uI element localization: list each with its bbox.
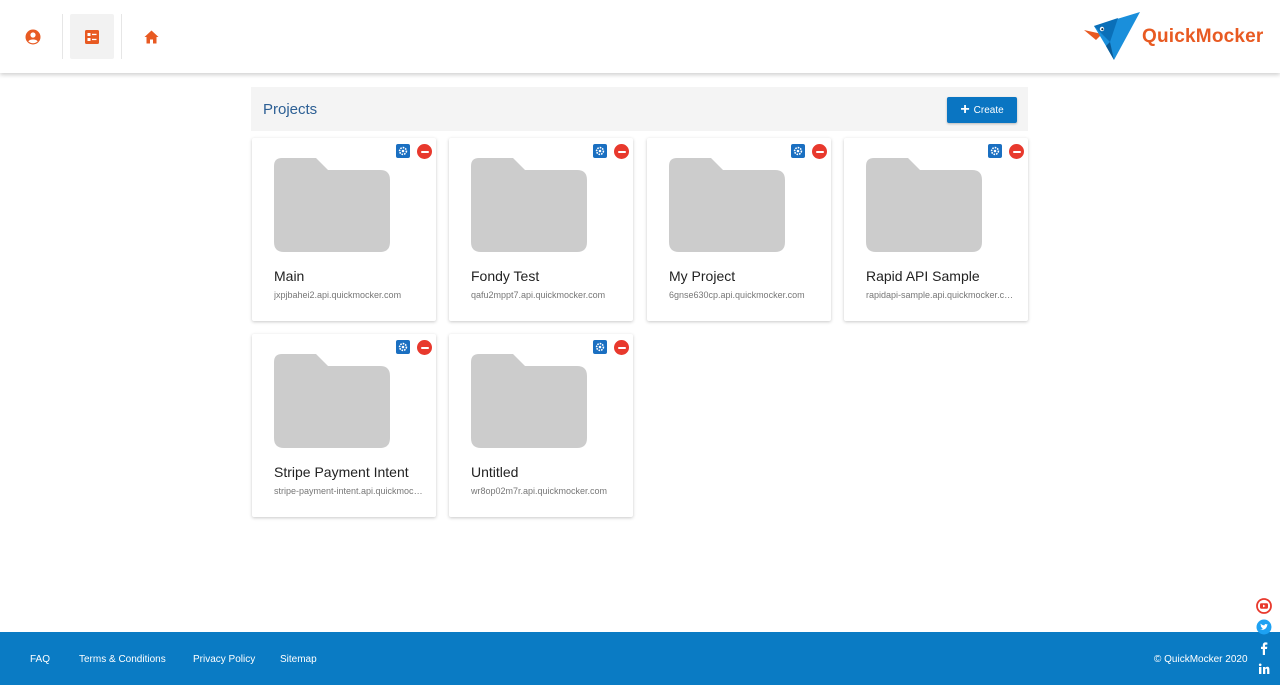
project-url: wr8op02m7r.api.quickmocker.com — [471, 486, 608, 496]
top-navbar: QuickMocker — [0, 0, 1280, 73]
project-url: 6gnse630cp.api.quickmocker.com — [669, 290, 805, 300]
nav-divider — [121, 14, 122, 59]
project-card[interactable]: Stripe Payment Intent stripe-payment-int… — [252, 334, 436, 517]
remove-icon[interactable] — [812, 144, 827, 159]
footer: FAQ Terms & Conditions Privacy Policy Si… — [0, 632, 1280, 685]
brand-name: QuickMocker — [1142, 26, 1264, 47]
project-card[interactable]: Fondy Test qafu2mppt7.api.quickmocker.co… — [449, 138, 633, 321]
folder-icon — [471, 354, 587, 448]
footer-link-privacy[interactable]: Privacy Policy — [193, 654, 255, 665]
project-url: qafu2mppt7.api.quickmocker.com — [471, 290, 606, 300]
project-name: Main — [274, 268, 305, 284]
project-name: Stripe Payment Intent — [274, 464, 409, 480]
remove-icon[interactable] — [614, 340, 629, 355]
twitter-icon — [1256, 619, 1272, 635]
create-button-label: Create — [973, 104, 1004, 116]
project-name: Rapid API Sample — [866, 268, 980, 284]
facebook-icon — [1261, 642, 1268, 655]
footer-link-faq[interactable]: FAQ — [30, 654, 50, 665]
project-name: My Project — [669, 268, 736, 284]
remove-icon[interactable] — [614, 144, 629, 159]
create-project-button[interactable]: + Create — [947, 97, 1017, 123]
folder-icon — [866, 158, 982, 252]
facebook-link[interactable] — [1255, 639, 1273, 657]
youtube-link[interactable] — [1255, 597, 1273, 615]
page-title: Projects — [263, 101, 318, 118]
settings-icon[interactable] — [396, 340, 410, 354]
youtube-icon — [1256, 598, 1272, 614]
quickmocker-logo[interactable]: QuickMocker — [1082, 12, 1264, 62]
home-icon — [144, 30, 158, 43]
folder-icon — [471, 158, 587, 252]
bird-logo-icon — [1084, 12, 1140, 60]
project-name: Untitled — [471, 464, 519, 480]
settings-icon[interactable] — [791, 144, 805, 158]
settings-icon[interactable] — [396, 144, 410, 158]
projects-nav-button[interactable] — [70, 14, 114, 59]
twitter-link[interactable] — [1255, 618, 1273, 636]
remove-icon[interactable] — [417, 340, 432, 355]
project-url: rapidapi-sample.api.quickmocker.com — [866, 290, 1016, 300]
settings-icon[interactable] — [593, 340, 607, 354]
user-circle-icon — [25, 29, 41, 44]
footer-link-terms[interactable]: Terms & Conditions — [79, 654, 166, 665]
folder-icon — [274, 354, 390, 448]
linkedin-icon — [1258, 663, 1270, 674]
projects-header: Projects + Create — [251, 87, 1028, 131]
linkedin-link[interactable] — [1255, 660, 1273, 678]
remove-icon[interactable] — [417, 144, 432, 159]
footer-link-sitemap[interactable]: Sitemap — [280, 654, 317, 665]
project-url: stripe-payment-intent.api.quickmocker.co… — [274, 486, 424, 496]
project-card[interactable]: Rapid API Sample rapidapi-sample.api.qui… — [844, 138, 1028, 321]
project-list-icon — [85, 29, 99, 44]
project-url: jxpjbahei2.api.quickmocker.com — [274, 290, 402, 300]
plus-icon: + — [960, 101, 970, 118]
project-card[interactable]: Untitled wr8op02m7r.api.quickmocker.com — [449, 334, 633, 517]
project-name: Fondy Test — [471, 268, 540, 284]
folder-icon — [669, 158, 785, 252]
profile-button[interactable] — [11, 14, 55, 59]
settings-icon[interactable] — [593, 144, 607, 158]
settings-icon[interactable] — [988, 144, 1002, 158]
project-card[interactable]: My Project 6gnse630cp.api.quickmocker.co… — [647, 138, 831, 321]
remove-icon[interactable] — [1009, 144, 1024, 159]
home-button[interactable] — [129, 14, 173, 59]
project-card[interactable]: Main jxpjbahei2.api.quickmocker.com — [252, 138, 436, 321]
copyright-text: © QuickMocker 2020 — [1154, 654, 1248, 665]
folder-icon — [274, 158, 390, 252]
nav-divider — [62, 14, 63, 59]
